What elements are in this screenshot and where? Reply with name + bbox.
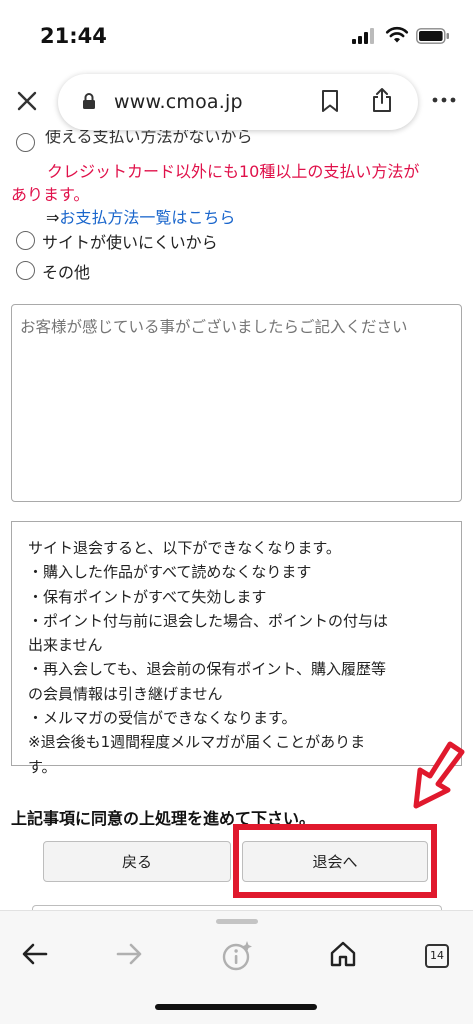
highlight-box [233, 824, 437, 898]
notice-line: ※退会後も1週間程度メルマガが届くことがありま [28, 733, 366, 752]
share-icon[interactable] [370, 86, 394, 114]
notice-line: す。 [28, 757, 57, 776]
withdrawal-notice-box: サイト退会すると、以下ができなくなります。 ・購入した作品がすべて読めなくなりま… [11, 521, 462, 776]
comment-textarea[interactable] [11, 304, 462, 502]
home-icon[interactable] [328, 939, 358, 969]
browser-address-bar-row: www.cmoa.jp [0, 72, 473, 130]
more-options-icon[interactable] [432, 96, 456, 104]
link-arrow: ⇒ [46, 208, 60, 227]
payment-methods-link[interactable]: お支払方法一覧はこちら [59, 208, 235, 227]
tab-switcher-button[interactable]: 14 [425, 944, 449, 968]
browser-toolbar: 14 [0, 910, 473, 1024]
cellular-signal-icon [352, 28, 374, 44]
notice-line: ・再入会しても、退会前の保有ポイント、購入履歴等 [28, 660, 387, 679]
option-label-payment-method: 使える支払い方法がないから [45, 130, 253, 146]
payment-promo-text-line1: クレジットカード以外にも10種以上の支払い方法が [47, 162, 420, 181]
address-bar[interactable]: www.cmoa.jp [58, 74, 418, 130]
radio-other[interactable] [16, 261, 35, 280]
status-time: 21:44 [40, 24, 107, 48]
radio-hard-to-use[interactable] [16, 231, 35, 250]
back-button[interactable]: 戻る [43, 841, 231, 882]
notice-line: 出来ません [28, 636, 103, 655]
battery-icon [416, 28, 449, 44]
notice-line: サイト退会すると、以下ができなくなります。 [28, 539, 341, 557]
lock-icon [83, 93, 95, 109]
payment-promo-text-line2: あります。 [11, 185, 90, 204]
status-bar: 21:44 [0, 0, 473, 70]
notice-line: ・保有ポイントがすべて失効します [28, 587, 267, 606]
forward-arrow-icon[interactable] [114, 939, 144, 969]
notice-line: ・購入した作品がすべて読めなくなります [28, 563, 312, 582]
annotation-arrow-icon [413, 741, 465, 809]
toolbar-grab-handle[interactable] [216, 919, 258, 924]
notice-line: ・ポイント付与前に退会した場合、ポイントの付与は [28, 611, 389, 630]
payment-methods-link-row: ⇒お支払方法一覧はこちら [46, 204, 235, 228]
option-label-other: その他 [42, 263, 91, 282]
back-arrow-icon[interactable] [20, 939, 50, 969]
bookmark-icon[interactable] [320, 89, 340, 113]
notice-line: ・メルマガの受信ができなくなります。 [28, 709, 297, 728]
close-icon[interactable] [14, 88, 40, 114]
option-label-hard-to-use: サイトが使いにくいから [42, 233, 218, 252]
home-indicator [155, 1004, 317, 1010]
page-info-sparkle-icon[interactable] [220, 939, 254, 973]
radio-payment-method[interactable] [16, 133, 35, 152]
url-text: www.cmoa.jp [114, 91, 243, 113]
withdrawal-form: 使える支払い方法がないから クレジットカード以外にも10種以上の支払い方法が あ… [0, 130, 473, 910]
wifi-icon [385, 26, 409, 43]
notice-line: の会員情報は引き継げません [28, 684, 223, 703]
